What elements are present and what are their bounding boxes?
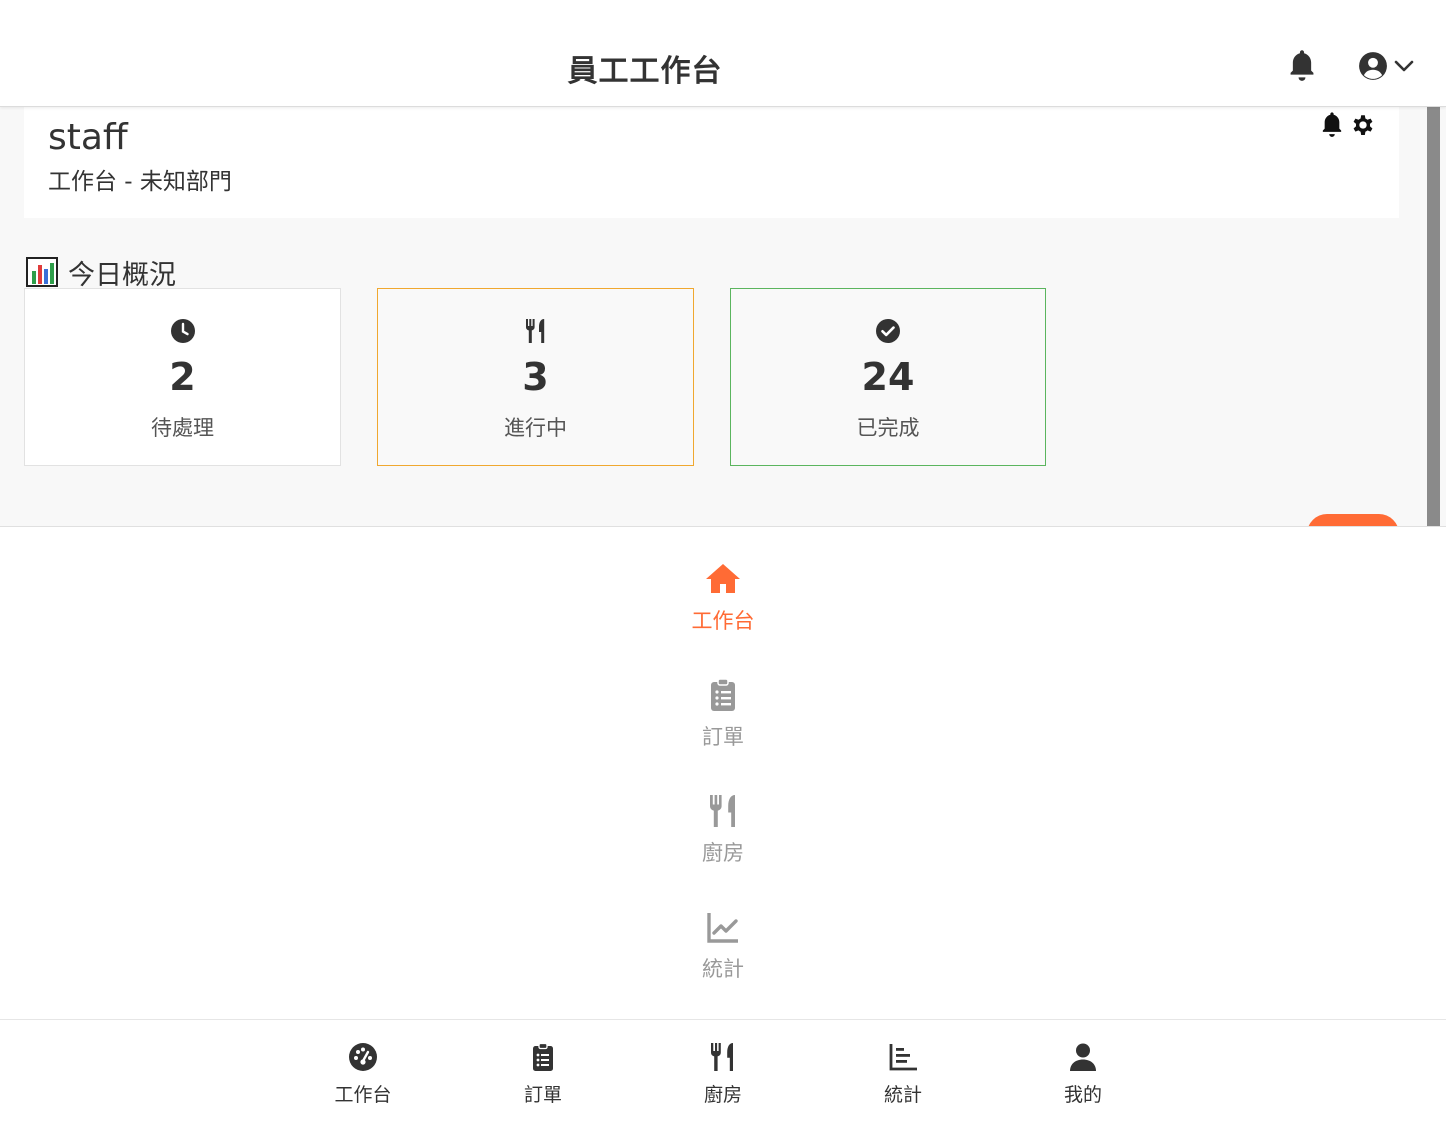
- menu-item-statistics[interactable]: 統計: [663, 909, 783, 989]
- tab-label: 我的: [1063, 1084, 1102, 1106]
- stat-card-completed[interactable]: 24 已完成: [730, 288, 1046, 466]
- bar-chart-icon: [889, 1044, 917, 1071]
- utensils-icon: [711, 1043, 733, 1071]
- profile-card: staff 工作台 - 未知部門: [24, 107, 1399, 218]
- tab-kitchen[interactable]: 廚房: [663, 1042, 783, 1106]
- floating-action-button[interactable]: [1307, 514, 1399, 526]
- overview-heading: 今日概況: [26, 255, 176, 291]
- stat-value: 24: [861, 355, 915, 399]
- clipboard-list-icon: [711, 678, 735, 711]
- utensils-icon: [525, 319, 544, 343]
- top-header: 員工工作台: [0, 0, 1446, 107]
- stat-card-pending[interactable]: 2 待處理: [24, 288, 341, 466]
- tab-statistics[interactable]: 統計: [843, 1042, 963, 1106]
- user-icon: [1070, 1043, 1096, 1071]
- menu-item-workbench[interactable]: 工作台: [663, 561, 783, 641]
- bell-icon: [1290, 50, 1314, 81]
- gear-icon[interactable]: [1350, 112, 1376, 138]
- stat-card-in-progress[interactable]: 3 進行中: [377, 288, 694, 466]
- chevron-down-icon: [1394, 60, 1414, 72]
- user-circle-icon: [1359, 52, 1387, 80]
- home-icon: [706, 564, 740, 593]
- menu-item-label: 工作台: [691, 609, 755, 633]
- bell-icon[interactable]: [1321, 112, 1343, 138]
- username: staff: [48, 117, 128, 158]
- side-nav-menu: 工作台 訂單 廚房 統計: [0, 526, 1446, 1020]
- tab-orders[interactable]: 訂單: [483, 1042, 603, 1106]
- page-title: 員工工作台: [567, 54, 723, 89]
- stat-label: 進行中: [504, 416, 567, 440]
- stat-value: 3: [522, 355, 549, 399]
- department-subtitle: 工作台 - 未知部門: [48, 169, 232, 195]
- tab-label: 廚房: [703, 1084, 742, 1106]
- overview-title: 今日概況: [68, 259, 176, 291]
- bar-chart-icon: [26, 257, 58, 287]
- user-menu-button[interactable]: [1358, 50, 1416, 82]
- menu-item-label: 訂單: [702, 725, 744, 749]
- dashboard-content: staff 工作台 - 未知部門 今日概況 2 待處理 3 進行中 24 已完成: [0, 107, 1446, 526]
- utensils-icon: [710, 795, 735, 827]
- content-scrollbar[interactable]: [1427, 107, 1440, 526]
- menu-item-label: 統計: [702, 957, 744, 981]
- clock-icon: [170, 319, 195, 343]
- stat-value: 2: [169, 355, 196, 399]
- menu-item-kitchen[interactable]: 廚房: [663, 793, 783, 873]
- tab-profile[interactable]: 我的: [1023, 1042, 1143, 1106]
- clipboard-list-icon: [533, 1042, 553, 1071]
- stat-label: 已完成: [856, 416, 920, 440]
- menu-item-label: 廚房: [702, 841, 744, 865]
- notification-bell-button[interactable]: [1288, 50, 1316, 82]
- stat-label: 待處理: [151, 416, 214, 440]
- tab-workbench[interactable]: 工作台: [303, 1042, 423, 1106]
- bottom-tab-bar: 工作台 訂單 廚房 統計 我的: [0, 1019, 1446, 1128]
- line-chart-icon: [707, 913, 738, 943]
- check-circle-icon: [876, 319, 900, 343]
- dashboard-icon: [349, 1043, 377, 1071]
- tab-label: 訂單: [523, 1084, 562, 1106]
- tab-label: 工作台: [334, 1084, 392, 1106]
- menu-item-orders[interactable]: 訂單: [663, 677, 783, 757]
- tab-label: 統計: [883, 1084, 922, 1106]
